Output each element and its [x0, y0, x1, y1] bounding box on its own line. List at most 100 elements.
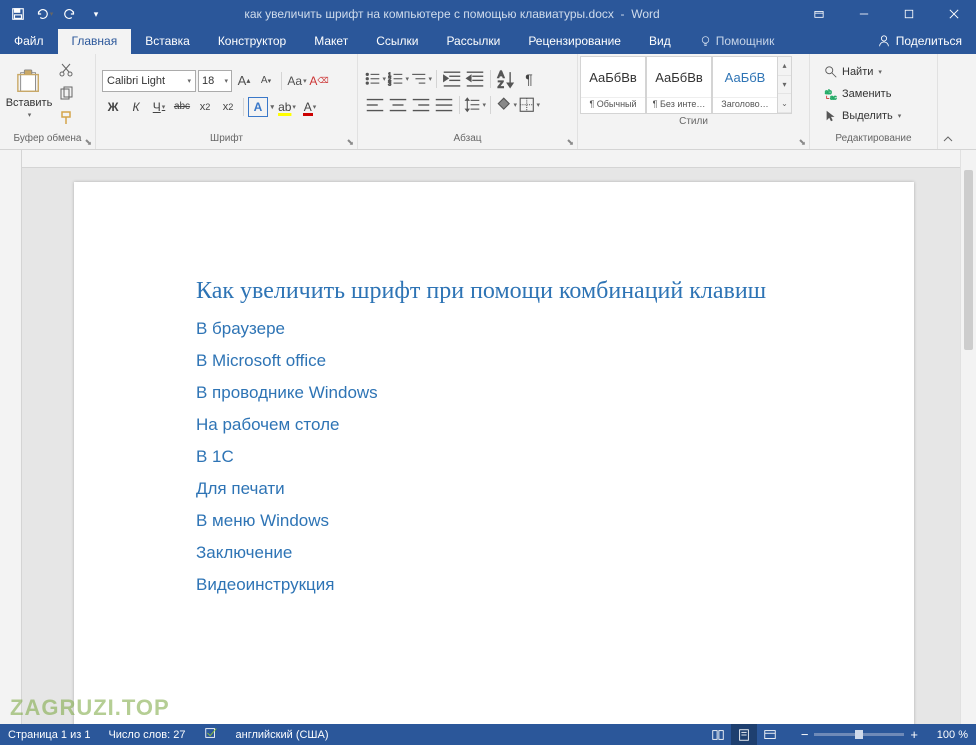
tell-me-search[interactable]: Помощник: [685, 29, 789, 54]
status-spellcheck-icon[interactable]: [204, 726, 218, 743]
clear-format-icon[interactable]: A⌫: [309, 70, 329, 92]
shrink-font-icon[interactable]: A▾: [256, 70, 276, 92]
align-left-icon[interactable]: [364, 94, 386, 116]
change-case-icon[interactable]: Aa▾: [287, 70, 307, 92]
styles-gallery-scroll[interactable]: ▴▾⌄: [778, 56, 792, 114]
format-painter-icon[interactable]: [56, 108, 76, 128]
tab-design[interactable]: Конструктор: [204, 29, 300, 54]
shading-icon[interactable]: ▾: [495, 94, 517, 116]
toc-link[interactable]: В браузере: [196, 319, 794, 339]
find-label: Найти: [842, 66, 873, 78]
doc-heading[interactable]: Как увеличить шрифт при помощи комбинаци…: [196, 278, 794, 305]
vertical-scrollbar[interactable]: [960, 150, 976, 724]
vertical-ruler[interactable]: [0, 150, 22, 724]
decrease-indent-icon[interactable]: [441, 68, 463, 90]
group-paragraph: ▾ 123▾ ▾ AZ ¶ ▾ ▾ ▾ Абза: [358, 54, 578, 149]
clipboard-launcher-icon[interactable]: ⬊: [84, 137, 92, 148]
maximize-icon[interactable]: [886, 0, 931, 28]
subscript-button[interactable]: x2: [194, 96, 216, 118]
redo-icon[interactable]: [58, 2, 82, 26]
zoom-in-icon[interactable]: +: [910, 727, 918, 742]
highlight-icon[interactable]: ab▾: [276, 96, 298, 118]
status-page[interactable]: Страница 1 из 1: [8, 729, 90, 741]
select-button[interactable]: Выделить▾: [824, 106, 901, 126]
undo-icon[interactable]: ▾: [32, 2, 56, 26]
zoom-out-icon[interactable]: −: [801, 727, 809, 742]
toc-link[interactable]: Для печати: [196, 479, 794, 499]
sort-icon[interactable]: AZ: [495, 68, 517, 90]
toc-link[interactable]: Заключение: [196, 543, 794, 563]
tab-review[interactable]: Рецензирование: [514, 29, 635, 54]
style-heading1[interactable]: АаБбВ Заголово…: [712, 56, 778, 114]
align-justify-icon[interactable]: [433, 94, 455, 116]
tell-me-label: Помощник: [716, 34, 775, 48]
status-words[interactable]: Число слов: 27: [108, 729, 185, 741]
view-web-icon[interactable]: [757, 724, 783, 745]
zoom-slider[interactable]: [814, 733, 904, 736]
grow-font-icon[interactable]: A▴: [234, 70, 254, 92]
style-name-heading: Заголово…: [713, 97, 777, 113]
ribbon-display-icon[interactable]: [796, 0, 841, 28]
group-label-font: Шрифт: [96, 133, 357, 149]
tab-file[interactable]: Файл: [0, 29, 58, 54]
tab-view[interactable]: Вид: [635, 29, 685, 54]
style-name-nospace: ¶ Без инте…: [647, 97, 711, 113]
bullets-icon[interactable]: ▾: [364, 68, 386, 90]
paste-button[interactable]: Вставить ▾: [6, 69, 52, 119]
strike-button[interactable]: abc: [171, 96, 193, 118]
cut-icon[interactable]: [56, 60, 76, 80]
titlebar: ▾ ▾ как увеличить шрифт на компьютере с …: [0, 0, 976, 28]
tab-layout[interactable]: Макет: [300, 29, 362, 54]
find-button[interactable]: Найти▾: [824, 62, 901, 82]
style-normal[interactable]: АаБбВв ¶ Обычный: [580, 56, 646, 114]
minimize-icon[interactable]: [841, 0, 886, 28]
qat-customize-icon[interactable]: ▾: [84, 2, 108, 26]
borders-icon[interactable]: ▾: [518, 94, 540, 116]
bold-button[interactable]: Ж: [102, 96, 124, 118]
toc-link[interactable]: В меню Windows: [196, 511, 794, 531]
tab-references[interactable]: Ссылки: [362, 29, 432, 54]
collapse-ribbon-icon[interactable]: [938, 54, 958, 149]
styles-launcher-icon[interactable]: ⬊: [798, 137, 806, 148]
font-name-combo[interactable]: Calibri Light▾: [102, 70, 196, 92]
ribbon-tabs: Файл Главная Вставка Конструктор Макет С…: [0, 28, 976, 54]
horizontal-ruler[interactable]: [22, 150, 960, 168]
align-right-icon[interactable]: [410, 94, 432, 116]
zoom-value[interactable]: 100 %: [924, 729, 968, 741]
align-center-icon[interactable]: [387, 94, 409, 116]
toc-link[interactable]: На рабочем столе: [196, 415, 794, 435]
toc-link[interactable]: Видеоинструкция: [196, 575, 794, 595]
font-size-combo[interactable]: 18▾: [198, 70, 232, 92]
style-nospace[interactable]: АаБбВв ¶ Без инте…: [646, 56, 712, 114]
multilevel-icon[interactable]: ▾: [410, 68, 432, 90]
tab-insert[interactable]: Вставка: [131, 29, 204, 54]
share-button[interactable]: Поделиться: [863, 29, 976, 54]
tab-mailings[interactable]: Рассылки: [432, 29, 514, 54]
toc-link[interactable]: В проводнике Windows: [196, 383, 794, 403]
increase-indent-icon[interactable]: [464, 68, 486, 90]
tab-home[interactable]: Главная: [58, 29, 132, 54]
replace-button[interactable]: abac Заменить: [824, 84, 901, 104]
view-read-icon[interactable]: [705, 724, 731, 745]
superscript-button[interactable]: x2: [217, 96, 239, 118]
copy-icon[interactable]: [56, 84, 76, 104]
save-icon[interactable]: [6, 2, 30, 26]
watermark: ZAGRUZI.TOP: [10, 695, 170, 721]
styles-expand-icon[interactable]: ⌄: [778, 94, 791, 113]
font-launcher-icon[interactable]: ⬊: [346, 137, 354, 148]
close-icon[interactable]: [931, 0, 976, 28]
text-effects-icon[interactable]: A▾: [248, 97, 268, 117]
underline-button[interactable]: Ч▾: [148, 96, 170, 118]
style-name-normal: ¶ Обычный: [581, 97, 645, 113]
show-marks-icon[interactable]: ¶: [518, 68, 540, 90]
italic-button[interactable]: К: [125, 96, 147, 118]
status-language[interactable]: английский (США): [236, 729, 329, 741]
numbering-icon[interactable]: 123▾: [387, 68, 409, 90]
document-page[interactable]: Как увеличить шрифт при помощи комбинаци…: [74, 182, 914, 724]
toc-link[interactable]: В 1С: [196, 447, 794, 467]
font-color-icon[interactable]: A▾: [299, 96, 321, 118]
line-spacing-icon[interactable]: ▾: [464, 94, 486, 116]
view-print-icon[interactable]: [731, 724, 757, 745]
toc-link[interactable]: В Microsoft office: [196, 351, 794, 371]
paragraph-launcher-icon[interactable]: ⬊: [566, 137, 574, 148]
